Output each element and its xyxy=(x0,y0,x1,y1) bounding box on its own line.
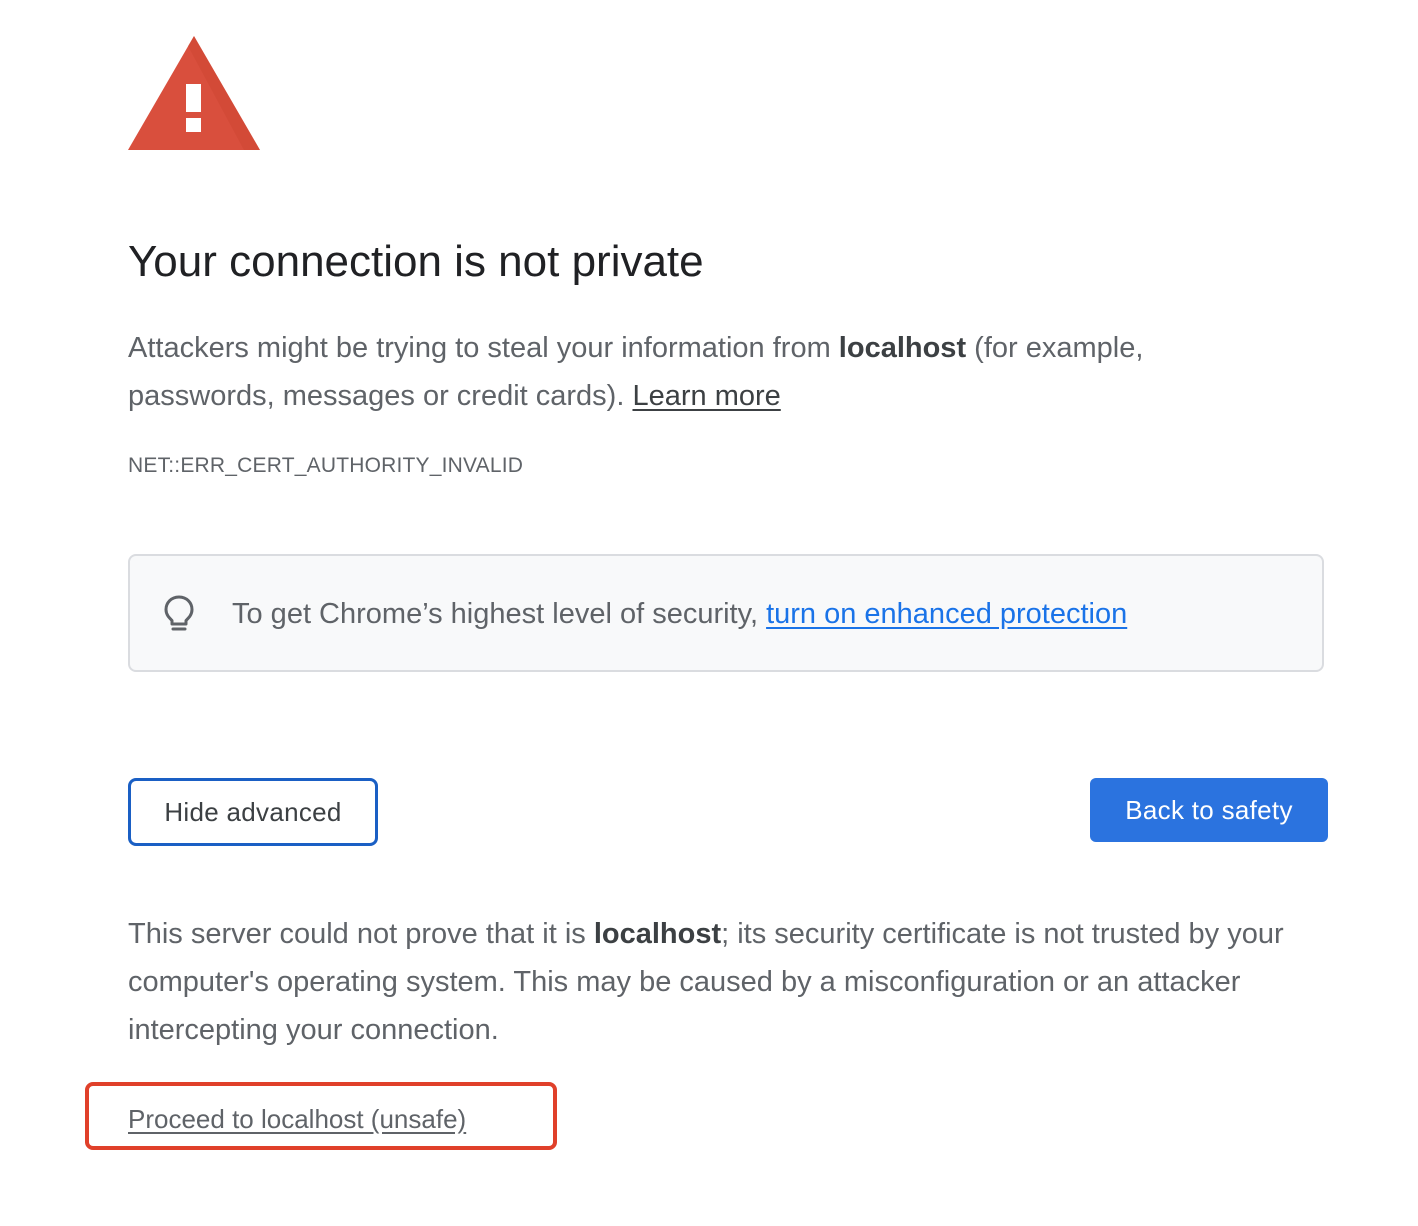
explanation-prefix: Attackers might be trying to steal your … xyxy=(128,332,839,364)
enhanced-protection-text: To get Chrome’s highest level of securit… xyxy=(232,596,1127,632)
lightbulb-icon xyxy=(162,594,196,634)
explanation-text: Attackers might be trying to steal your … xyxy=(128,324,1248,420)
details-host: localhost xyxy=(593,918,722,950)
proceed-unsafe-link[interactable]: Proceed to localhost (unsafe) xyxy=(128,1102,466,1136)
error-code: NET::ERR_CERT_AUTHORITY_INVALID xyxy=(128,454,524,477)
enhanced-protection-prefix: To get Chrome’s highest level of securit… xyxy=(232,598,767,630)
warning-triangle-icon xyxy=(128,36,260,152)
back-to-safety-button[interactable]: Back to safety xyxy=(1090,778,1328,842)
hide-advanced-button[interactable]: Hide advanced xyxy=(128,778,378,846)
page-title: Your connection is not private xyxy=(128,237,704,286)
enhanced-protection-banner: To get Chrome’s highest level of securit… xyxy=(128,554,1324,672)
details-prefix: This server could not prove that it is xyxy=(128,918,594,950)
learn-more-link[interactable]: Learn more xyxy=(632,380,780,412)
explanation-host: localhost xyxy=(838,332,967,364)
details-text: This server could not prove that it is l… xyxy=(128,910,1328,1054)
enhanced-protection-link[interactable]: turn on enhanced protection xyxy=(766,598,1127,630)
